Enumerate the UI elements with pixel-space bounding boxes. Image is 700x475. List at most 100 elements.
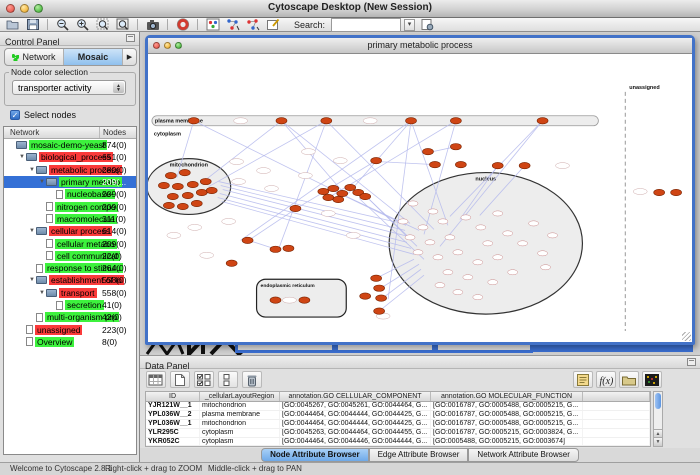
network-node[interactable] bbox=[188, 118, 199, 124]
filter-edges-icon[interactable] bbox=[244, 18, 261, 31]
network-node[interactable] bbox=[371, 275, 382, 281]
network-view-titlebar[interactable]: primary metabolic process bbox=[148, 38, 692, 54]
network-node[interactable] bbox=[299, 297, 310, 303]
network-node[interactable] bbox=[328, 185, 339, 191]
network-node[interactable] bbox=[177, 203, 188, 209]
float-panel-icon[interactable] bbox=[126, 34, 135, 42]
tab-network[interactable]: Network bbox=[5, 49, 64, 65]
table-row[interactable]: YPL036W__1mitochondrion[GO:0044464, GO:0… bbox=[146, 420, 650, 429]
tree-row[interactable]: ▼metabolic process280(0) bbox=[4, 164, 136, 176]
tree-row[interactable]: ▼establishment of lo558(0) bbox=[4, 274, 136, 286]
table-column-header[interactable]: ID bbox=[146, 392, 200, 401]
zoom-button[interactable] bbox=[175, 42, 182, 49]
float-panel-icon[interactable] bbox=[687, 358, 696, 366]
color-mapper-icon[interactable] bbox=[642, 371, 662, 388]
network-node[interactable] bbox=[234, 118, 248, 124]
network-node[interactable] bbox=[172, 183, 183, 189]
network-node[interactable] bbox=[318, 188, 329, 194]
tree-row[interactable]: ▼primary metabo209(... bbox=[4, 176, 136, 188]
resize-grip-icon[interactable] bbox=[682, 332, 691, 341]
network-node[interactable] bbox=[230, 159, 244, 165]
import-attributes-icon[interactable] bbox=[619, 371, 639, 388]
open-file-icon[interactable] bbox=[4, 18, 21, 31]
node-color-dropdown[interactable]: transporter activity ▲▼ bbox=[12, 80, 126, 95]
select-nodes-checkbox[interactable]: ✓ bbox=[10, 110, 20, 120]
disclosure-triangle-icon[interactable]: ▼ bbox=[38, 290, 46, 296]
network-node[interactable] bbox=[541, 265, 551, 270]
network-node[interactable] bbox=[422, 148, 433, 154]
network-node[interactable] bbox=[179, 169, 190, 175]
scrollbar-thumb[interactable] bbox=[655, 393, 661, 409]
tree-row[interactable]: ▼transport558(0) bbox=[4, 287, 136, 299]
network-node[interactable] bbox=[455, 161, 466, 167]
attribute-batch-icon[interactable] bbox=[218, 371, 238, 388]
table-column-header[interactable]: annotation.GO CELLULAR_COMPONENT bbox=[280, 392, 431, 401]
help-icon[interactable] bbox=[174, 18, 191, 31]
network-node[interactable] bbox=[188, 224, 202, 230]
delete-attribute-icon[interactable] bbox=[242, 371, 262, 388]
network-node[interactable] bbox=[453, 250, 463, 255]
function-builder-icon[interactable]: f(x) bbox=[596, 371, 616, 388]
network-node[interactable] bbox=[425, 240, 435, 245]
tab-network-attribute-browser[interactable]: Network Attribute Browser bbox=[468, 448, 578, 462]
network-node[interactable] bbox=[443, 270, 453, 275]
table-row[interactable]: YDR039C__1mitochondrion[GO:0044464, GO:0… bbox=[146, 446, 650, 447]
import-network-icon[interactable] bbox=[418, 18, 435, 31]
network-node[interactable] bbox=[232, 179, 246, 185]
tree-row[interactable]: multi-organism pro42(0) bbox=[4, 311, 136, 323]
network-node[interactable] bbox=[418, 225, 428, 230]
network-canvas[interactable]: plasma membranecytoplasmmitochondrionnuc… bbox=[148, 54, 692, 342]
tree-row[interactable]: ▼biological_process651(0) bbox=[4, 151, 136, 163]
tree-row[interactable]: macromolecule311(0) bbox=[4, 213, 136, 225]
network-node[interactable] bbox=[363, 118, 377, 124]
network-node[interactable] bbox=[298, 173, 312, 179]
search-dropdown-button[interactable]: ▾ bbox=[404, 19, 415, 31]
network-node[interactable] bbox=[503, 231, 513, 236]
zoom-out-icon[interactable] bbox=[54, 18, 71, 31]
tree-row[interactable]: cellular metabo209(0) bbox=[4, 237, 136, 249]
network-node[interactable] bbox=[473, 295, 483, 300]
network-node[interactable] bbox=[283, 245, 294, 251]
table-scrollbar[interactable]: ▲ ▼ bbox=[653, 391, 663, 447]
network-node[interactable] bbox=[438, 219, 448, 224]
network-node[interactable] bbox=[408, 201, 418, 206]
network-node[interactable] bbox=[493, 211, 503, 216]
filter-nodes-icon[interactable] bbox=[224, 18, 241, 31]
network-node[interactable] bbox=[226, 260, 237, 266]
network-node[interactable] bbox=[163, 202, 174, 208]
network-node[interactable] bbox=[374, 285, 385, 291]
network-node[interactable] bbox=[333, 196, 344, 202]
network-node[interactable] bbox=[282, 297, 296, 303]
network-node[interactable] bbox=[270, 297, 281, 303]
network-node[interactable] bbox=[242, 237, 253, 243]
network-node[interactable] bbox=[461, 215, 471, 220]
network-node[interactable] bbox=[429, 161, 440, 167]
tree-row[interactable]: ▼cellular process614(0) bbox=[4, 225, 136, 237]
network-node[interactable] bbox=[538, 251, 548, 256]
tree-row[interactable]: mosaic-demo-yeast874(0) bbox=[4, 139, 136, 151]
tree-header[interactable]: Network Nodes bbox=[4, 127, 136, 139]
tree-row[interactable]: cell communicat22(0) bbox=[4, 250, 136, 262]
disclosure-triangle-icon[interactable]: ▼ bbox=[28, 228, 36, 234]
network-node[interactable] bbox=[345, 184, 356, 190]
network-node[interactable] bbox=[222, 218, 236, 224]
network-node[interactable] bbox=[488, 280, 498, 285]
network-node[interactable] bbox=[473, 260, 483, 265]
network-node[interactable] bbox=[206, 187, 217, 193]
network-node[interactable] bbox=[508, 270, 518, 275]
network-node[interactable] bbox=[519, 162, 530, 168]
save-icon[interactable] bbox=[24, 18, 41, 31]
select-attributes-icon[interactable] bbox=[146, 371, 166, 388]
scroll-down-icon[interactable]: ▼ bbox=[654, 437, 662, 446]
zoom-fit-icon[interactable] bbox=[114, 18, 131, 31]
network-node[interactable] bbox=[483, 241, 493, 246]
tab-mosaic[interactable]: Mosaic bbox=[64, 49, 123, 65]
disclosure-triangle-icon[interactable]: ▼ bbox=[38, 179, 46, 185]
search-input[interactable] bbox=[331, 18, 401, 32]
network-node[interactable] bbox=[360, 293, 371, 299]
tab-edge-attribute-browser[interactable]: Edge Attribute Browser bbox=[369, 448, 469, 462]
network-node[interactable] bbox=[671, 189, 682, 195]
network-node[interactable] bbox=[450, 143, 461, 149]
zoom-in-icon[interactable] bbox=[74, 18, 91, 31]
network-node[interactable] bbox=[493, 255, 503, 260]
